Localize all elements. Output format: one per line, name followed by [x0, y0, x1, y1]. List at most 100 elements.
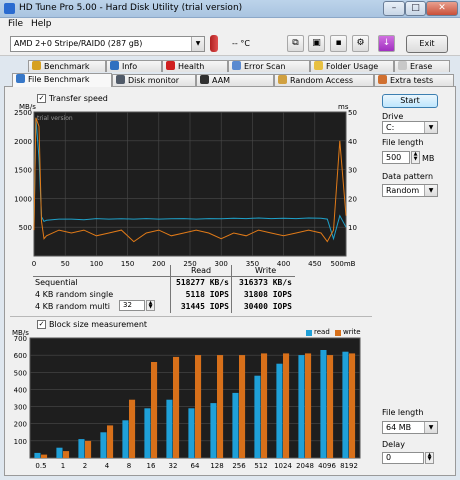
- 4kb-single-read: 5118 IOPS: [185, 290, 229, 299]
- tab-error-scan[interactable]: Error Scan: [228, 60, 310, 72]
- magnifier-icon: [232, 61, 241, 70]
- title-bar: HD Tune Pro 5.00 - Hard Disk Utility (tr…: [0, 0, 460, 18]
- drive-select[interactable]: AMD 2+0 Stripe/RAID0 (287 gB) ▼: [10, 36, 205, 52]
- toolbar: AMD 2+0 Stripe/RAID0 (287 gB) ▼ -- °C ⧉ …: [0, 32, 460, 56]
- save-icon[interactable]: ▪: [330, 35, 347, 52]
- x-tick: 64: [191, 462, 200, 470]
- trash-icon: [398, 61, 407, 70]
- write-bar: [41, 454, 48, 458]
- write-bar: [217, 355, 224, 458]
- temperature-readout: -- °C: [232, 39, 250, 48]
- file-length-spinner[interactable]: ▲ ▼: [411, 151, 420, 164]
- minimize-button[interactable]: –: [383, 1, 405, 16]
- copy-icon[interactable]: ⧉: [287, 35, 304, 52]
- read-bar: [34, 452, 41, 458]
- write-bar: [129, 399, 136, 458]
- 4kb-single-write: 31808 IOPS: [243, 290, 292, 299]
- block-size-checkbox[interactable]: ✓: [37, 320, 46, 329]
- data-pattern-select[interactable]: Random ▼: [382, 184, 438, 197]
- block-file-length-select[interactable]: 64 MB ▼: [382, 421, 438, 434]
- y-right-tick: 20: [348, 195, 357, 203]
- block-file-length-label: File length: [382, 408, 424, 417]
- write-bar: [283, 353, 290, 458]
- read-bar: [298, 355, 305, 458]
- x-tick: 32: [169, 462, 178, 470]
- download-icon[interactable]: ↓: [378, 35, 395, 52]
- close-button[interactable]: ✕: [426, 1, 458, 16]
- tab-aam[interactable]: AAM: [196, 74, 274, 86]
- y-left-tick: 1500: [14, 167, 32, 175]
- queue-depth-spinner[interactable]: ▲ ▼: [146, 300, 155, 311]
- chevron-down-icon: ▼: [424, 185, 437, 196]
- row-sequential-label: Sequential: [35, 278, 78, 287]
- x-tick: 8: [127, 462, 131, 470]
- tab-erase[interactable]: Erase: [394, 60, 450, 72]
- delay-spinner[interactable]: ▲ ▼: [425, 452, 434, 464]
- file-length-input[interactable]: 500: [382, 151, 410, 164]
- x-tick: 4096: [318, 462, 336, 470]
- menu-help[interactable]: Help: [31, 19, 52, 29]
- queue-depth-select[interactable]: 32: [119, 300, 145, 311]
- y-left-tick: 1000: [14, 195, 32, 203]
- window-title: HD Tune Pro 5.00 - Hard Disk Utility (tr…: [19, 3, 243, 13]
- tab-file-benchmark[interactable]: File Benchmark: [12, 73, 112, 87]
- exit-button[interactable]: Exit: [406, 35, 448, 53]
- copy-screen-icon[interactable]: ▣: [308, 35, 325, 52]
- 4kb-multi-read: 31445 IOPS: [180, 302, 229, 311]
- tab-extra-tests[interactable]: Extra tests: [374, 74, 454, 86]
- y-tick: 100: [14, 438, 27, 446]
- x-tick: 8192: [340, 462, 358, 470]
- tab-folder-usage[interactable]: Folder Usage: [310, 60, 394, 72]
- chevron-down-icon: ▼: [424, 122, 437, 133]
- write-bar: [173, 356, 180, 458]
- read-bar: [342, 351, 349, 458]
- delay-label: Delay: [382, 440, 405, 449]
- tab-health[interactable]: Health: [162, 60, 228, 72]
- watermark-text: trial version: [37, 115, 73, 122]
- y-tick: 500: [14, 369, 27, 377]
- file-length-label: File length: [382, 138, 424, 147]
- sequential-read: 518277 KB/s: [176, 278, 229, 287]
- read-bar: [276, 363, 283, 458]
- info-icon: [110, 61, 119, 70]
- write-bar: [107, 425, 114, 458]
- read-bar: [232, 392, 239, 458]
- random-access-icon: [278, 75, 287, 84]
- write-bar: [239, 355, 246, 458]
- health-cross-icon: [166, 61, 175, 70]
- y-right-tick: 50: [348, 109, 357, 117]
- extra-tests-icon: [378, 75, 387, 84]
- write-bar: [63, 451, 70, 458]
- drive-letter-select[interactable]: C: ▼: [382, 121, 438, 134]
- monitor-icon: [116, 75, 125, 84]
- y-right-tick: 40: [348, 138, 357, 146]
- maximize-button[interactable]: □: [405, 1, 426, 16]
- tab-info[interactable]: Info: [106, 60, 162, 72]
- tab-disk-monitor[interactable]: Disk monitor: [112, 74, 196, 86]
- y-left-tick: 500: [19, 224, 32, 232]
- read-bar: [166, 399, 173, 458]
- write-bar: [195, 355, 202, 458]
- thermometer-icon: [210, 35, 218, 52]
- x-tick: 128: [210, 462, 223, 470]
- drive-label: Drive: [382, 112, 404, 121]
- drive-select-value: AMD 2+0 Stripe/RAID0 (287 gB): [14, 39, 143, 48]
- options-icon[interactable]: ⚙: [352, 35, 369, 52]
- block-size-chart: 700 600 500 400 300 200 100 0.5 1 2 4 8 16 32 64 128 256…: [14, 335, 361, 470]
- table-divider: [33, 276, 295, 277]
- read-bar: [144, 408, 151, 458]
- delay-input[interactable]: 0: [382, 452, 424, 464]
- transfer-speed-chart: trial version 2500 2000 1500 1000 500 50 40 30 20…: [14, 109, 357, 268]
- menu-file[interactable]: File: [8, 19, 23, 29]
- transfer-speed-checkbox[interactable]: ✓: [37, 94, 46, 103]
- 4kb-multi-write: 30400 IOPS: [243, 302, 292, 311]
- read-bar: [78, 439, 85, 458]
- y-left-tick: 2500: [14, 109, 32, 117]
- read-header: Read: [191, 266, 212, 275]
- start-button[interactable]: Start: [382, 94, 438, 108]
- x-tick: 2048: [296, 462, 314, 470]
- tab-benchmark[interactable]: Benchmark: [28, 60, 106, 72]
- tab-random-access[interactable]: Random Access: [274, 74, 374, 86]
- x-tick: 1: [61, 462, 65, 470]
- x-tick: 256: [232, 462, 246, 470]
